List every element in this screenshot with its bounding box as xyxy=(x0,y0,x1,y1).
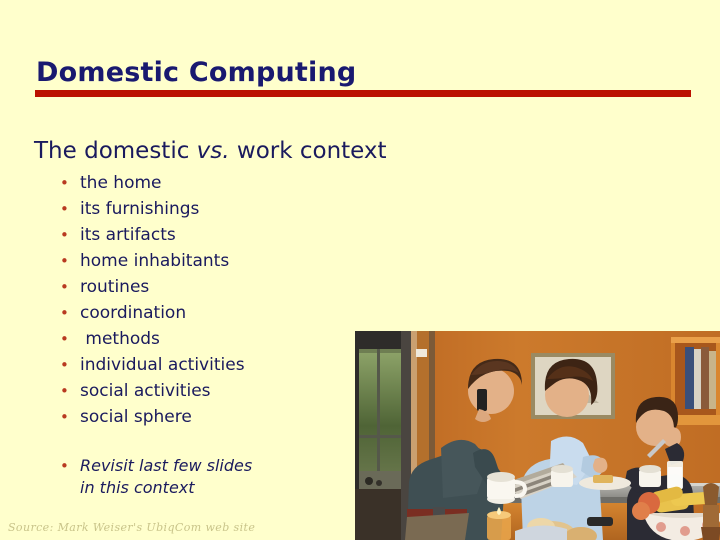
revisit-note-text: Revisit last few slides in this context xyxy=(80,455,252,499)
bullet-dot-icon: • xyxy=(60,226,69,244)
subtitle-part-after: work context xyxy=(229,138,387,164)
bullet-item-label: individual activities xyxy=(80,355,245,375)
bullet-dot-icon: • xyxy=(60,304,69,322)
revisit-note-line-1: Revisit last few slides xyxy=(80,456,253,475)
bullet-item: • its furnishings xyxy=(60,197,360,223)
bullet-item: • its artifacts xyxy=(60,223,360,249)
bullet-item-label: its furnishings xyxy=(80,199,200,219)
bullet-dot-icon: • xyxy=(60,174,69,192)
bullet-item-label: its artifacts xyxy=(80,225,176,245)
revisit-note: • Revisit last few slides in this contex… xyxy=(60,455,360,499)
bullet-dot-icon: • xyxy=(60,330,69,348)
photo-illustration xyxy=(355,331,720,540)
bullet-list: • the home • its furnishings • its artifacts •… xyxy=(60,171,360,431)
bullet-dot-icon: • xyxy=(60,252,69,270)
bullet-item: • routines xyxy=(60,275,360,301)
bullet-item-label: methods xyxy=(80,329,160,349)
bullet-dot-icon: • xyxy=(60,356,69,374)
subtitle-part-italic: vs. xyxy=(196,138,230,164)
bullet-item: • coordination xyxy=(60,301,360,327)
bullet-item: • social sphere xyxy=(60,405,360,431)
bullet-item-label: coordination xyxy=(80,303,187,323)
bullet-dot-icon: • xyxy=(60,457,69,475)
bullet-item: • individual activities xyxy=(60,353,360,379)
subtitle-part-before: The domestic xyxy=(34,138,197,164)
bullet-item-label: routines xyxy=(80,277,150,297)
bullet-item: • home inhabitants xyxy=(60,249,360,275)
slide-canvas: Domestic Computing The domestic vs. work… xyxy=(0,0,720,540)
bullet-dot-icon: • xyxy=(60,382,69,400)
title-underline-rule xyxy=(35,90,691,97)
bullet-item: • methods xyxy=(60,327,360,353)
page-title: Domestic Computing xyxy=(36,57,357,88)
bullet-item: • social activities xyxy=(60,379,360,405)
slide-subtitle: The domestic vs. work context xyxy=(34,138,387,164)
bullet-item-label: home inhabitants xyxy=(80,251,230,271)
family-kitchen-photo xyxy=(355,331,720,540)
bullet-dot-icon: • xyxy=(60,200,69,218)
bullet-item-label: social sphere xyxy=(80,407,192,427)
bullet-item-label: the home xyxy=(80,173,162,193)
bullet-dot-icon: • xyxy=(60,278,69,296)
source-credit: Source: Mark Weiser's UbiqCom web site xyxy=(8,521,256,534)
bullet-item: • the home xyxy=(60,171,360,197)
bullet-dot-icon: • xyxy=(60,408,69,426)
bullet-item-label: social activities xyxy=(80,381,211,401)
revisit-note-line-2: in this context xyxy=(80,478,195,497)
